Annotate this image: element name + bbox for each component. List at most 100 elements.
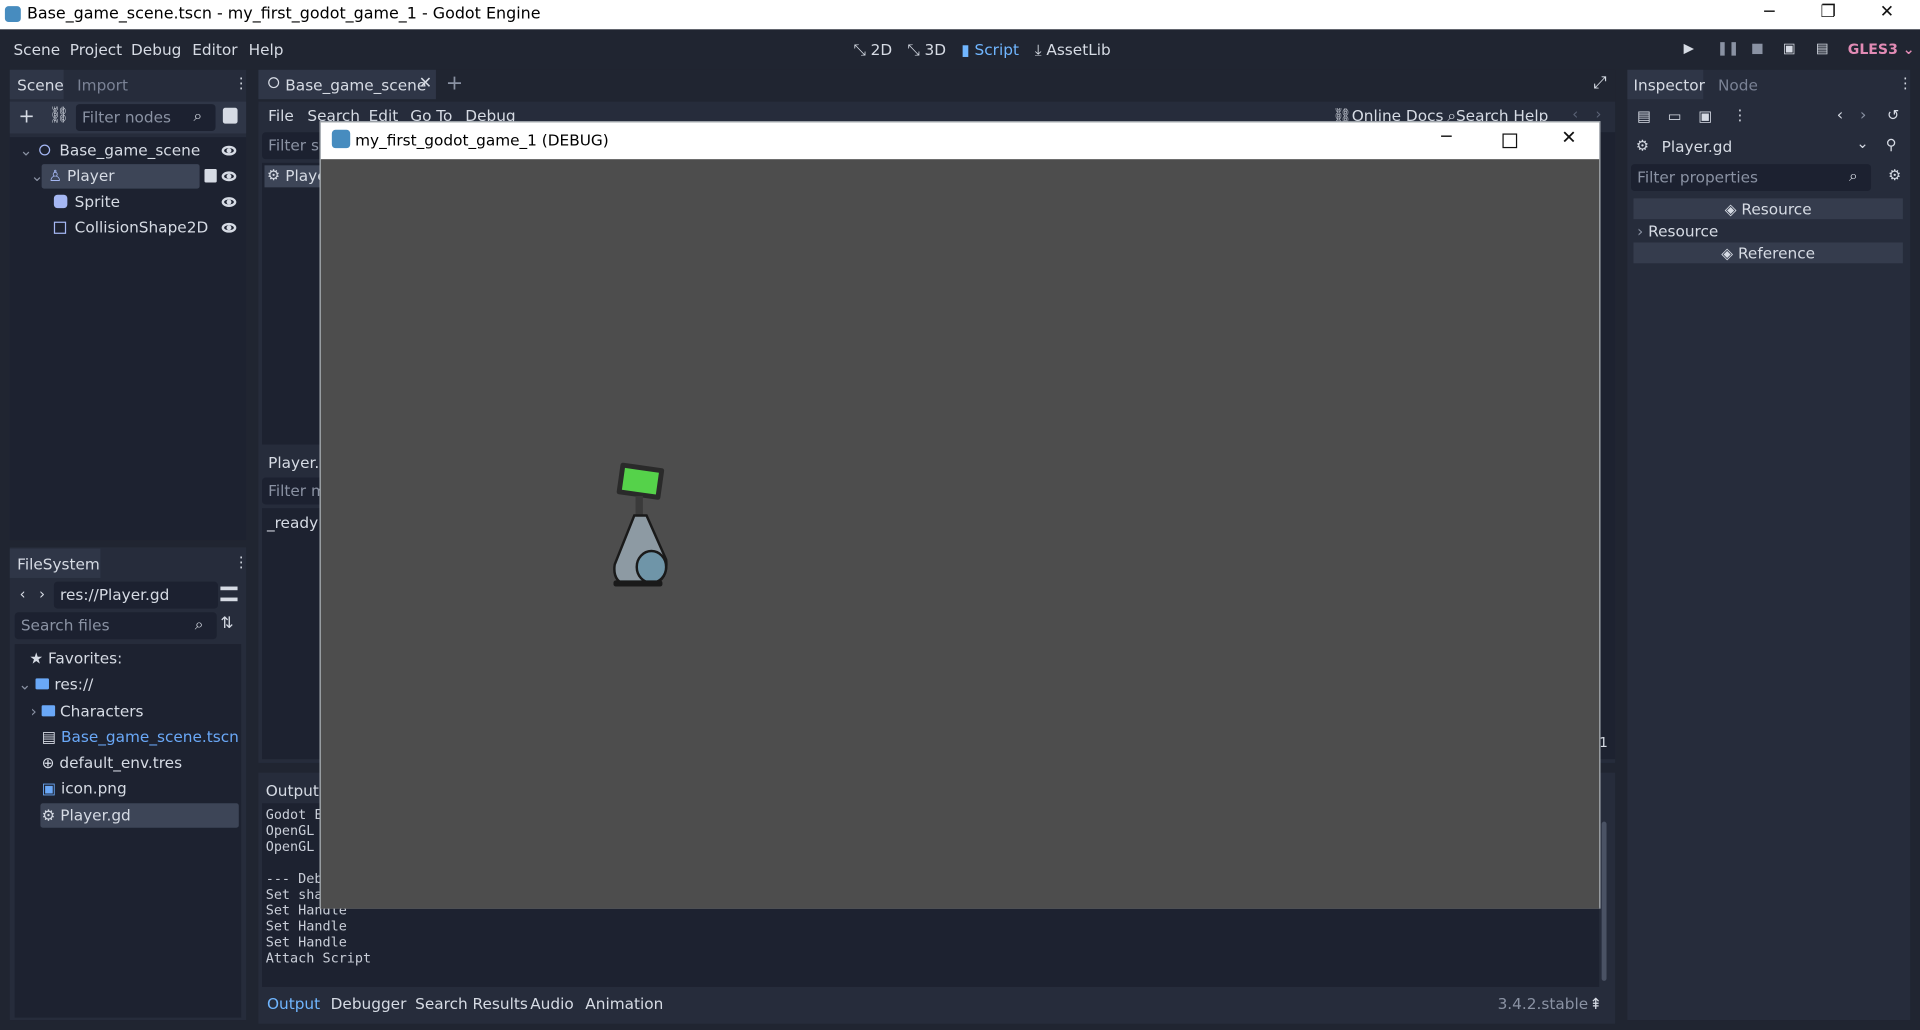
gear-icon: ⚙ xyxy=(41,805,56,825)
folder-icon xyxy=(36,678,50,690)
star-icon: ★ xyxy=(29,648,44,668)
settings-icon[interactable]: ⚙ xyxy=(1888,167,1901,184)
renderer-selector[interactable]: GLES3 ⌄ xyxy=(1848,40,1915,57)
method-item-ready[interactable]: _ready xyxy=(267,513,318,531)
menu-project[interactable]: Project xyxy=(70,40,122,58)
add-node-icon[interactable]: + xyxy=(18,104,34,127)
workspace-3d-button[interactable]: ⤡ 3D xyxy=(907,40,946,60)
back-icon[interactable]: ‹ xyxy=(20,585,26,602)
file-item-scene[interactable]: ▤ Base_game_scene.tscn xyxy=(42,725,239,749)
file-item-env-label: default_env.tres xyxy=(59,753,183,772)
workspace-2d-button[interactable]: ⤡ 2D xyxy=(853,40,892,60)
section-reference-header[interactable]: ◈ Reference xyxy=(1633,242,1903,264)
game-viewport[interactable] xyxy=(320,159,1600,909)
forward-icon[interactable]: › xyxy=(1860,107,1866,125)
tab-import[interactable]: Import xyxy=(77,76,128,94)
close-tab-icon[interactable]: ✕ xyxy=(419,75,432,93)
history-icon[interactable]: ↺ xyxy=(1887,107,1899,124)
node2d-circle-icon xyxy=(268,77,280,89)
menu-editor[interactable]: Editor xyxy=(192,40,237,58)
favorites-row[interactable]: ★ Favorites: xyxy=(29,647,122,671)
pause-icon[interactable]: ❚❚ xyxy=(1717,40,1740,56)
sort-icon[interactable]: ⇅ xyxy=(220,615,233,633)
file-item-player[interactable]: ⚙ Player.gd xyxy=(42,803,131,827)
search-files-field[interactable]: Search files ⌕ xyxy=(14,612,217,640)
tab-node[interactable]: Node xyxy=(1718,76,1758,94)
back-icon[interactable]: ‹ xyxy=(1837,107,1843,125)
workspace-script-button[interactable]: ▮ Script xyxy=(961,40,1019,58)
bottom-tab-audio[interactable]: Audio xyxy=(530,994,574,1012)
visibility-eye-icon[interactable] xyxy=(221,171,237,182)
resource-row[interactable]: › Resource xyxy=(1637,222,1718,240)
dock-menu-icon[interactable]: ⋮ xyxy=(1898,75,1913,92)
node2d-circle-icon xyxy=(39,144,51,156)
debug-window-title: my_first_godot_game_1 (DEBUG) xyxy=(355,131,609,150)
script-attached-icon[interactable] xyxy=(204,168,217,183)
file-item-env[interactable]: ⊕ default_env.tres xyxy=(42,751,182,775)
res-root-row[interactable]: ⌄ res:// xyxy=(18,672,93,696)
section-resource-label: Resource xyxy=(1741,199,1812,218)
minimize-button[interactable]: ─ xyxy=(1441,127,1451,147)
file-item-characters[interactable]: › Characters xyxy=(31,699,144,723)
output-scrollbar[interactable] xyxy=(1601,821,1607,981)
menu-debug[interactable]: Debug xyxy=(131,40,181,58)
object-props-icon[interactable]: ⚲ xyxy=(1886,136,1897,153)
tree-node-root-label: Base_game_scene xyxy=(59,140,201,160)
maximize-button[interactable] xyxy=(1502,133,1518,149)
dock-menu-icon[interactable]: ⋮ xyxy=(234,75,249,92)
menu-scene[interactable]: Scene xyxy=(13,40,60,58)
forward-icon[interactable]: › xyxy=(39,585,45,602)
tree-node-player[interactable]: ⌄ ♙ Player xyxy=(31,164,115,188)
link-icon[interactable]: ⛓ xyxy=(49,107,69,125)
new-resource-icon[interactable]: ▤ xyxy=(1637,108,1651,125)
minimize-button[interactable]: ─ xyxy=(1751,2,1788,26)
play-scene-icon[interactable]: ▣ xyxy=(1783,40,1796,56)
fullscreen-icon[interactable]: ⤢ xyxy=(1593,73,1607,93)
workspace-3d-label: 3D xyxy=(924,40,947,59)
bottom-tab-debugger[interactable]: Debugger xyxy=(331,994,407,1012)
bottom-tab-search-results[interactable]: Search Results xyxy=(415,994,528,1012)
filter-properties-field[interactable]: Filter properties ⌕ xyxy=(1631,164,1872,192)
workspace-assetlib-button[interactable]: ⤓ AssetLib xyxy=(1035,40,1111,60)
tree-node-player-label: Player xyxy=(66,166,115,185)
workspace-script-label: Script xyxy=(974,40,1019,59)
tab-inspector-label: Inspector xyxy=(1633,75,1705,95)
close-button[interactable]: ✕ xyxy=(1561,126,1576,148)
add-tab-icon[interactable]: + xyxy=(446,71,463,95)
split-view-icon[interactable] xyxy=(220,586,238,602)
visibility-eye-icon[interactable] xyxy=(221,197,237,207)
visibility-eye-icon[interactable] xyxy=(221,222,237,233)
filter-nodes-field[interactable]: Filter nodes ⌕ xyxy=(75,104,216,132)
more-icon[interactable]: ⋮ xyxy=(1733,107,1748,124)
path-field[interactable]: res://Player.gd xyxy=(53,581,218,609)
stop-icon[interactable]: ■ xyxy=(1751,40,1764,56)
file-item-icon-label: icon.png xyxy=(60,778,127,798)
bottom-tab-output[interactable]: Output xyxy=(267,994,320,1012)
object-selector[interactable]: ⚙ Player.gd ⌄ xyxy=(1631,133,1871,160)
bottom-tab-animation[interactable]: Animation xyxy=(585,994,663,1012)
play-custom-scene-icon[interactable]: ▤ xyxy=(1816,40,1829,56)
attach-script-icon[interactable] xyxy=(222,107,238,124)
tree-node-root[interactable]: ⌄ Base_game_scene xyxy=(20,138,201,162)
download-icon: ⤓ xyxy=(1034,40,1042,59)
output-label: Output: xyxy=(265,781,325,800)
tree-node-collisionshape[interactable]: CollisionShape2D xyxy=(53,216,208,240)
close-button[interactable]: ✕ xyxy=(1869,2,1906,26)
output-line: Set Handle xyxy=(265,934,347,951)
restore-button[interactable]: ❐ xyxy=(1810,2,1847,26)
history-forward-icon[interactable]: › xyxy=(1596,105,1602,122)
play-icon[interactable]: ▶ xyxy=(1684,40,1694,56)
favorites-label: Favorites: xyxy=(48,648,123,668)
save-icon[interactable]: ▣ xyxy=(1698,108,1712,125)
expand-panel-icon[interactable]: ⇞ xyxy=(1589,994,1602,1012)
visibility-eye-icon[interactable] xyxy=(221,145,237,156)
dock-menu-icon[interactable]: ⋮ xyxy=(234,553,249,570)
open-folder-icon[interactable]: ▭ xyxy=(1668,108,1682,125)
script-menu-file[interactable]: File xyxy=(268,107,294,125)
tree-node-sprite[interactable]: Sprite xyxy=(53,190,120,214)
file-item-icon[interactable]: ▣ icon.png xyxy=(42,776,127,800)
menu-help[interactable]: Help xyxy=(249,40,284,58)
scene-tabs-bar: Base_game_scene ✕ + ⤢ xyxy=(258,69,1616,105)
section-resource-header[interactable]: ◈ Resource xyxy=(1633,198,1903,220)
history-back-icon[interactable]: ‹ xyxy=(1572,105,1578,122)
